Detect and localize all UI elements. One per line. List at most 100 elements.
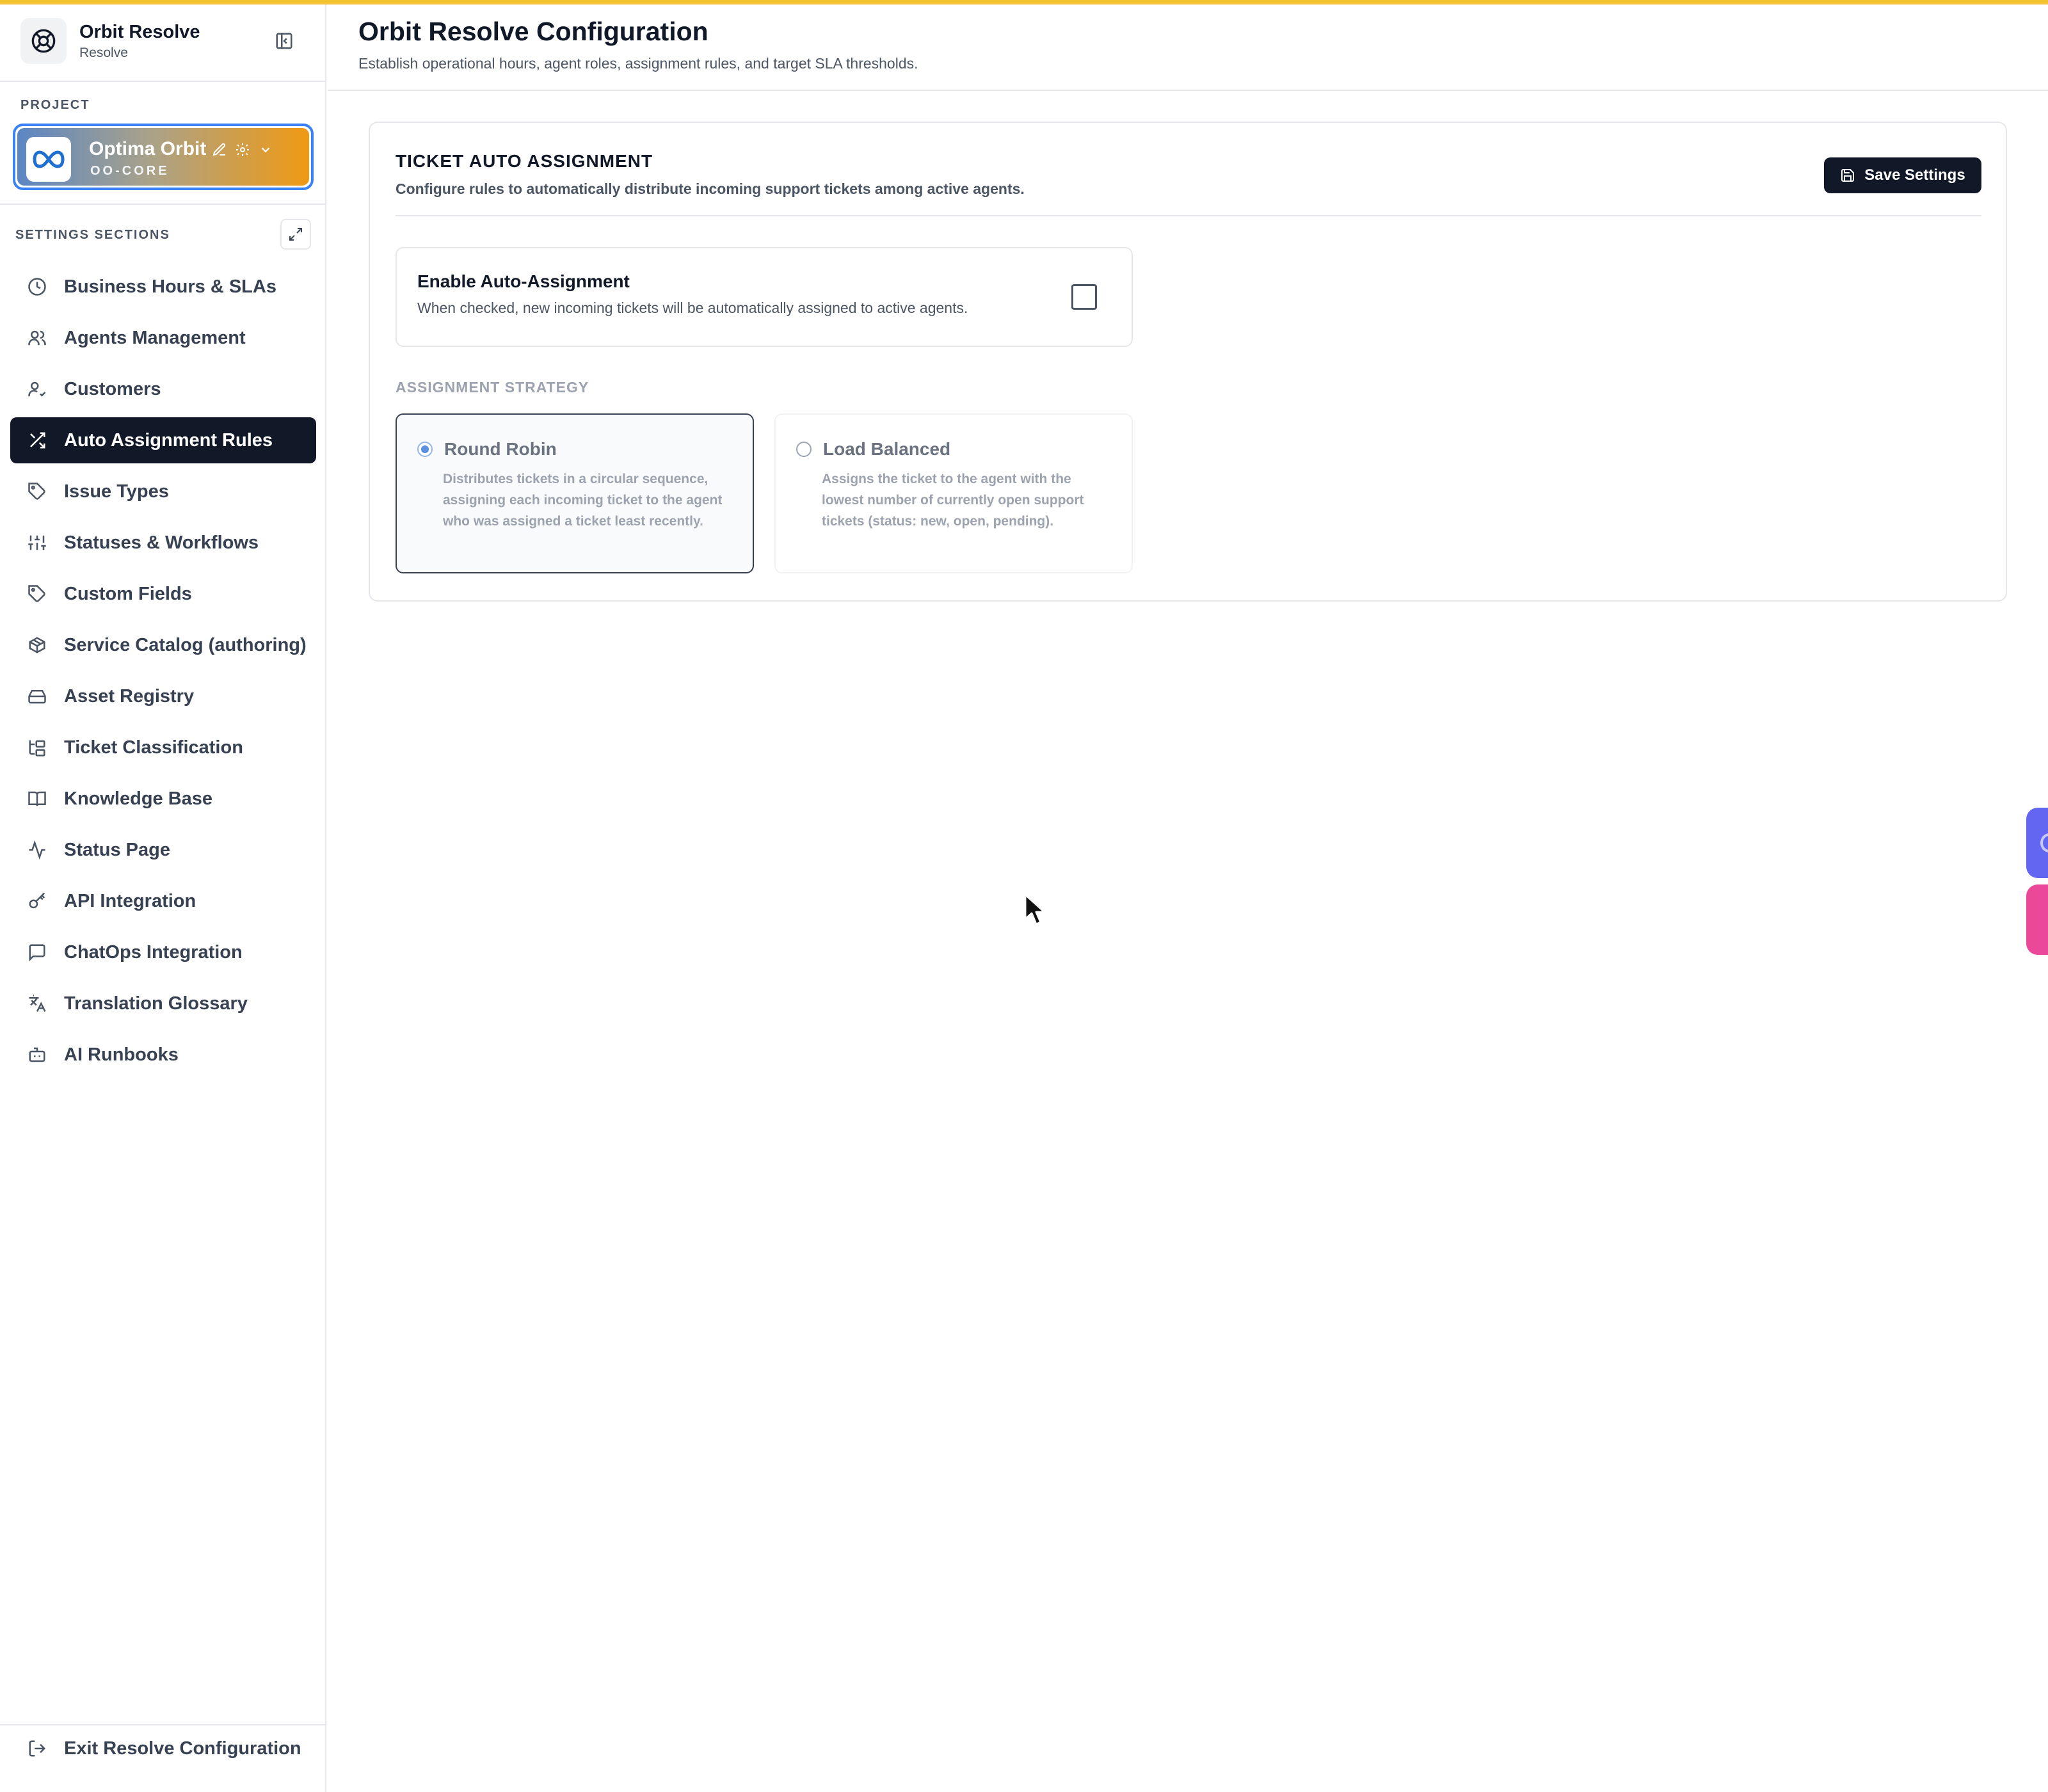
assignment-strategy-label: ASSIGNMENT STRATEGY [396, 379, 589, 396]
shuffle-icon [26, 429, 49, 452]
option-description: Distributes tickets in a circular sequen… [443, 472, 723, 529]
project-logo [26, 137, 71, 182]
sidebar-item-asset-registry[interactable]: Asset Registry [10, 673, 316, 719]
sidebar-item-status-page[interactable]: Status Page [10, 827, 316, 873]
save-icon [1841, 169, 1855, 182]
enable-auto-assignment-checkbox[interactable] [1071, 284, 1097, 310]
toggle-title: Enable Auto-Assignment [417, 271, 630, 291]
project-switcher[interactable]: Optima Orbit OO-CORE [13, 124, 314, 190]
widget-icon [2040, 833, 2048, 852]
floating-widget-tab[interactable] [2026, 808, 2048, 878]
round-robin-radio[interactable] [417, 442, 433, 457]
page-subtitle: Establish operational hours, agent roles… [358, 55, 918, 72]
sidebar-divider [0, 204, 326, 205]
page-title: Orbit Resolve Configuration [358, 17, 708, 46]
lifebuoy-icon [20, 18, 67, 64]
sidebar-item-label: Knowledge Base [64, 788, 213, 809]
chevron-down-icon[interactable] [257, 141, 275, 159]
sidebar-item-issue-types[interactable]: Issue Types [10, 468, 316, 515]
tag-icon [26, 582, 49, 605]
auto-assignment-card: TICKET AUTO ASSIGNMENT Configure rules t… [369, 122, 2007, 602]
load-balanced-radio[interactable] [796, 442, 812, 457]
sidebar-item-label: Translation Glossary [64, 993, 248, 1014]
top-accent-bar [0, 0, 2048, 4]
sidebar-item-auto-assignment[interactable]: Auto Assignment Rules [10, 417, 316, 463]
sidebar-item-label: Statuses & Workflows [64, 532, 259, 553]
sidebar-item-statuses[interactable]: Statuses & Workflows [10, 520, 316, 566]
strategy-option-load-balanced[interactable]: Load Balanced Assigns the ticket to the … [774, 413, 1133, 573]
sidebar-item-label: Auto Assignment Rules [64, 429, 273, 451]
floating-feedback-tab[interactable] [2026, 884, 2048, 955]
sidebar-item-label: Issue Types [64, 481, 169, 502]
infinity-icon [33, 150, 65, 168]
package-icon [26, 634, 49, 657]
sidebar-divider [0, 1724, 326, 1725]
sidebar-item-business-hours[interactable]: Business Hours & SLAs [10, 264, 316, 310]
card-description: Configure rules to automatically distrib… [396, 180, 1025, 197]
sidebar-item-agents[interactable]: Agents Management [10, 315, 316, 361]
sidebar-item-label: Status Page [64, 839, 170, 860]
users-icon [26, 326, 49, 349]
option-title: Load Balanced [823, 439, 951, 459]
settings-sections-label: SETTINGS SECTIONS [15, 228, 170, 242]
sidebar-item-label: ChatOps Integration [64, 941, 243, 963]
edit-icon[interactable] [211, 141, 228, 159]
book-icon [26, 787, 49, 810]
sidebar-item-label: Asset Registry [64, 685, 195, 707]
sidebar-item-service-catalog[interactable]: Service Catalog (authoring) [10, 622, 316, 668]
sidebar-item-label: API Integration [64, 890, 196, 911]
mouse-cursor-icon [1024, 893, 1046, 925]
sidebar-item-api-integration[interactable]: API Integration [10, 878, 316, 924]
languages-icon [26, 992, 49, 1015]
card-divider [396, 215, 1981, 216]
settings-nav: Business Hours & SLAs Agents Management … [10, 264, 316, 1083]
collapse-sidebar-button[interactable] [271, 28, 297, 54]
main-content: Orbit Resolve Configuration Establish op… [328, 0, 2048, 1792]
sidebar-item-translation-glossary[interactable]: Translation Glossary [10, 980, 316, 1027]
project-section-label: PROJECT [20, 98, 90, 112]
enable-auto-assignment-box: Enable Auto-Assignment When checked, new… [396, 247, 1133, 347]
option-description: Assigns the ticket to the agent with the… [822, 472, 1084, 529]
clock-icon [26, 275, 49, 298]
user-check-icon [26, 378, 49, 401]
brand: Orbit Resolve Resolve [20, 18, 306, 64]
strategy-option-round-robin[interactable]: Round Robin Distributes tickets in a cir… [396, 413, 754, 573]
sidebar-item-label: AI Runbooks [64, 1044, 179, 1065]
log-out-icon [26, 1737, 49, 1760]
message-square-icon [26, 941, 49, 964]
exit-label: Exit Resolve Configuration [64, 1738, 301, 1759]
sidebar-item-label: Agents Management [64, 327, 246, 348]
brand-title: Orbit Resolve [79, 22, 200, 42]
exit-configuration-button[interactable]: Exit Resolve Configuration [26, 1737, 301, 1760]
option-title: Round Robin [444, 439, 557, 459]
key-icon [26, 890, 49, 913]
gear-icon[interactable] [234, 141, 252, 159]
project-name: Optima Orbit [89, 138, 207, 159]
sidebar-item-label: Service Catalog (authoring) [64, 634, 307, 655]
sliders-icon [26, 531, 49, 554]
sidebar-item-chatops[interactable]: ChatOps Integration [10, 929, 316, 975]
sidebar-item-custom-fields[interactable]: Custom Fields [10, 571, 316, 617]
card-title: TICKET AUTO ASSIGNMENT [396, 151, 653, 171]
sidebar-item-ticket-classification[interactable]: Ticket Classification [10, 724, 316, 771]
sidebar-item-label: Ticket Classification [64, 737, 243, 758]
project-code: OO-CORE [90, 164, 170, 178]
activity-icon [26, 838, 49, 861]
sidebar-divider [0, 81, 326, 82]
sidebar-item-label: Customers [64, 378, 161, 399]
bot-icon [26, 1043, 49, 1066]
brand-subtitle: Resolve [79, 45, 128, 60]
sidebar-item-ai-runbooks[interactable]: AI Runbooks [10, 1032, 316, 1078]
folder-tree-icon [26, 736, 49, 759]
sidebar-item-knowledge-base[interactable]: Knowledge Base [10, 776, 316, 822]
maximize-icon [289, 228, 302, 241]
panel-left-icon [276, 33, 292, 49]
page-header: Orbit Resolve Configuration Establish op… [328, 0, 2048, 91]
save-settings-label: Save Settings [1864, 166, 1965, 184]
tag-icon [26, 480, 49, 503]
hard-drive-icon [26, 685, 49, 708]
save-settings-button[interactable]: Save Settings [1824, 157, 1981, 193]
sidebar-item-label: Custom Fields [64, 583, 192, 604]
expand-button[interactable] [280, 219, 311, 250]
sidebar-item-customers[interactable]: Customers [10, 366, 316, 412]
